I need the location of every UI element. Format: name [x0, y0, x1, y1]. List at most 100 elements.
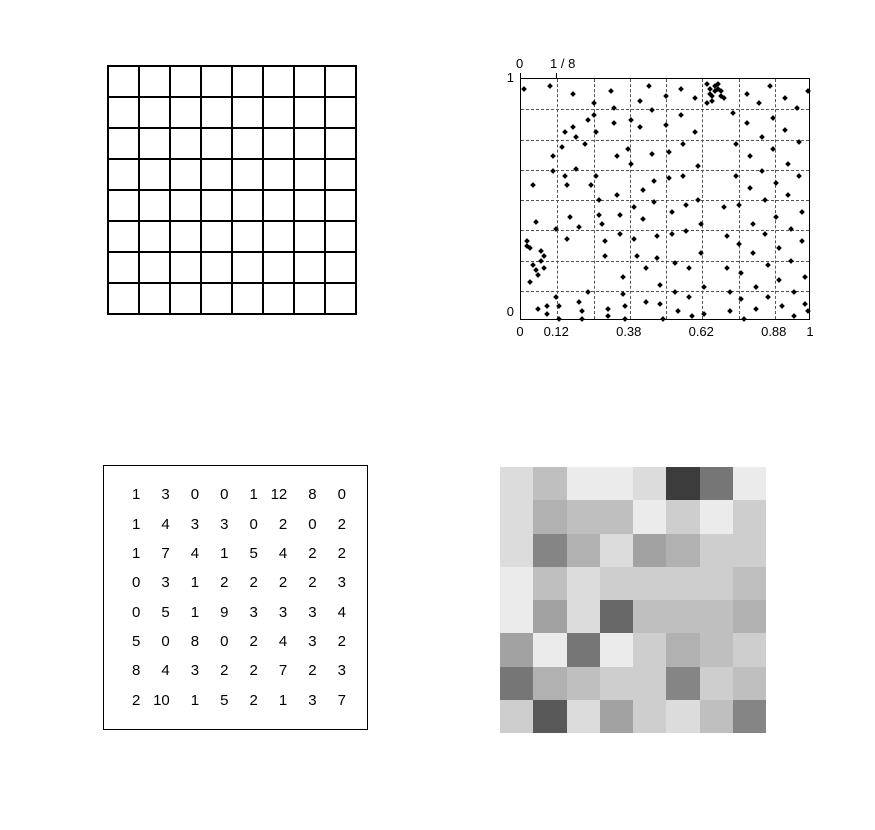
heatmap-cell: [533, 700, 566, 733]
scatter-point: [637, 98, 643, 104]
panel-count-matrix: 1300112801433020217415422031222230519333…: [118, 480, 353, 715]
heatmap-cell: [567, 633, 600, 666]
heatmap-cell: [500, 567, 533, 600]
scatter-point: [602, 238, 608, 244]
heatmap-cell: [733, 600, 766, 633]
grid-cell: [232, 66, 263, 97]
scatter-point: [678, 86, 684, 92]
scatter-point: [750, 221, 756, 227]
scatter-point: [562, 173, 568, 179]
scatter-point: [652, 178, 658, 184]
table-cell: 7: [147, 539, 176, 568]
table-cell: 7: [324, 686, 353, 715]
scatter-point: [686, 265, 692, 271]
grid-cell: [325, 128, 356, 159]
heatmap-cell: [500, 534, 533, 567]
scatter-point: [544, 311, 550, 317]
scatter-point: [585, 289, 591, 295]
table-cell: 8: [294, 480, 323, 509]
grid-hline: [521, 109, 809, 110]
x-tick-label: 1: [806, 324, 813, 339]
table-cell: 1: [236, 480, 265, 509]
table-row: 17415422: [118, 539, 353, 568]
scatter-point: [736, 202, 742, 208]
table-cell: 2: [118, 686, 147, 715]
x-tick-label: 0.88: [761, 324, 786, 339]
heatmap-cell: [666, 467, 699, 500]
table-cell: 0: [118, 568, 147, 597]
scatter-point: [765, 262, 771, 268]
grid-cell: [232, 252, 263, 283]
table-cell: 10: [147, 686, 176, 715]
grid-cell: [263, 97, 294, 128]
grid-cell: [201, 221, 232, 252]
grid-cell: [263, 66, 294, 97]
table-cell: 4: [177, 539, 206, 568]
heatmap-cell: [500, 667, 533, 700]
scatter-point: [623, 316, 629, 322]
heatmap-cell: [666, 700, 699, 733]
scatter-point: [753, 284, 759, 290]
heatmap-cell: [567, 667, 600, 700]
scatter-point: [524, 238, 530, 244]
heatmap-cell: [633, 467, 666, 500]
scatter-point: [536, 306, 542, 312]
heatmap-cell: [533, 467, 566, 500]
heatmap-cell: [500, 467, 533, 500]
scatter-point: [550, 154, 556, 160]
grid-cell: [263, 283, 294, 314]
grid-cell: [263, 221, 294, 252]
scatter-point: [672, 289, 678, 295]
scatter-point: [631, 204, 637, 210]
scatter-point: [666, 149, 672, 155]
grid-cell: [201, 97, 232, 128]
figure-page: 0 1 / 8 1 0 00.120.380.620.881 130011280…: [0, 0, 875, 830]
scatter-point: [541, 253, 547, 259]
scatter-point: [547, 83, 553, 89]
grid-hline: [521, 140, 809, 141]
heatmap-cell: [533, 534, 566, 567]
scatter-point: [521, 86, 527, 92]
scatter-point: [570, 91, 576, 97]
grid-cell: [294, 159, 325, 190]
grid-cell: [139, 221, 170, 252]
grid-cell: [232, 159, 263, 190]
table-cell: 5: [206, 686, 235, 715]
scatter-point: [640, 217, 646, 223]
scatter-point: [779, 304, 785, 310]
heatmap-cell: [666, 500, 699, 533]
grid-cell: [325, 159, 356, 190]
heatmap-cell: [600, 500, 633, 533]
scatter-point: [782, 96, 788, 102]
grid-cell: [232, 128, 263, 159]
grid-vline: [739, 79, 740, 319]
top-tick-0: [520, 73, 521, 78]
scatter-point: [643, 299, 649, 305]
grid-cell: [294, 221, 325, 252]
scatter-point: [672, 260, 678, 266]
heatmap-cell: [633, 567, 666, 600]
table-cell: 1: [206, 539, 235, 568]
heatmap-cell: [700, 600, 733, 633]
table-row: 84322723: [118, 656, 353, 685]
scatter-point: [611, 120, 617, 126]
table-cell: 8: [118, 656, 147, 685]
heatmap-cell: [600, 700, 633, 733]
table-cell: 0: [294, 509, 323, 538]
grid-vline: [702, 79, 703, 319]
scatter-point: [565, 236, 571, 242]
scatter-point: [579, 308, 585, 314]
table-cell: 3: [236, 598, 265, 627]
scatter-point: [643, 265, 649, 271]
panel-grid-8x8: [107, 65, 357, 315]
scatter-point: [596, 212, 602, 218]
scatter-point: [623, 304, 629, 310]
table-cell: 9: [206, 598, 235, 627]
grid-cell: [170, 221, 201, 252]
table-cell: 4: [147, 656, 176, 685]
grid-cell: [201, 66, 232, 97]
table-cell: 3: [294, 598, 323, 627]
grid-cell: [108, 66, 139, 97]
table-cell: 4: [265, 627, 294, 656]
x-tick-label: 0: [516, 324, 523, 339]
